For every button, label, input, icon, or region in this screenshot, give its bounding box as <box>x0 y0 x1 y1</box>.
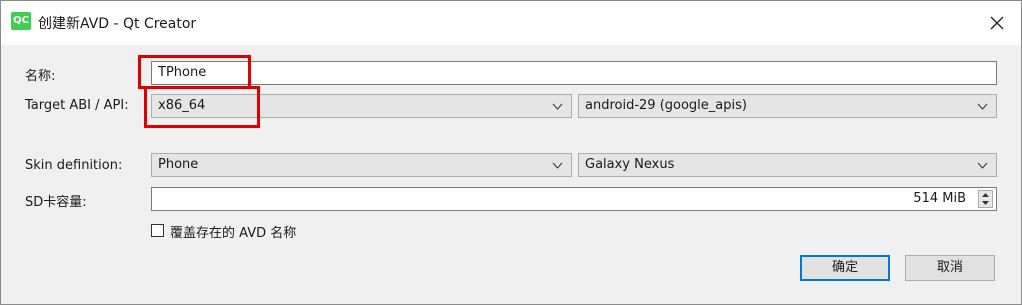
qt-creator-app-icon: QC <box>11 12 31 30</box>
skin-combobox[interactable]: Phone <box>151 153 572 177</box>
spin-arrows[interactable] <box>978 190 993 208</box>
ok-button[interactable]: 确定 <box>800 255 890 281</box>
close-button[interactable] <box>985 11 1009 35</box>
chevron-down-icon <box>552 103 563 110</box>
dialog-body: 名称: TPhone Target ABI / API: x86_64 andr… <box>1 45 1021 304</box>
overwrite-avd-label: 覆盖存在的 AVD 名称 <box>170 226 297 241</box>
chevron-down-icon <box>977 162 988 169</box>
sd-card-size-value: 514 MiB <box>913 191 966 206</box>
name-input[interactable]: TPhone <box>151 61 997 85</box>
create-avd-dialog: QC 创建新AVD - Qt Creator 名称: TPhone Target… <box>0 0 1022 305</box>
skin-combobox-value: Phone <box>158 157 199 172</box>
window-title: 创建新AVD - Qt Creator <box>38 16 197 32</box>
api-combobox-value: android-29 (google_apis) <box>585 98 747 113</box>
title-bar[interactable]: QC 创建新AVD - Qt Creator <box>1 1 1021 45</box>
chevron-down-icon <box>552 162 563 169</box>
close-icon <box>990 16 1004 30</box>
sd-card-size-spinbox[interactable]: 514 MiB <box>151 187 997 211</box>
spin-up-down-icon <box>982 193 989 205</box>
sd-card-size-label: SD卡容量: <box>25 195 87 210</box>
abi-combobox-value: x86_64 <box>158 98 206 113</box>
overwrite-avd-checkbox[interactable] <box>151 224 164 237</box>
abi-combobox[interactable]: x86_64 <box>151 94 572 118</box>
target-abi-api-label: Target ABI / API: <box>25 98 129 113</box>
chevron-down-icon <box>977 103 988 110</box>
name-input-value: TPhone <box>158 65 207 80</box>
device-combobox[interactable]: Galaxy Nexus <box>578 153 997 177</box>
name-label: 名称: <box>25 69 56 84</box>
skin-definition-label: Skin definition: <box>25 158 123 173</box>
api-combobox[interactable]: android-29 (google_apis) <box>578 94 997 118</box>
device-combobox-value: Galaxy Nexus <box>585 157 675 172</box>
cancel-button[interactable]: 取消 <box>905 255 995 281</box>
